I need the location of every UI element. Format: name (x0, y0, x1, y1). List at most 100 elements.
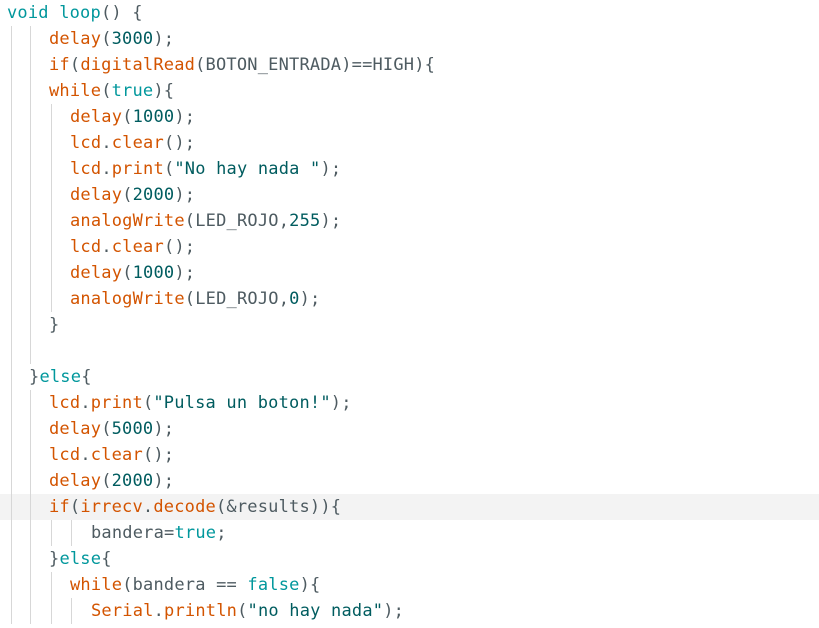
indent-guide (51, 520, 52, 546)
code-token: { (101, 549, 112, 569)
code-token: else (59, 549, 102, 569)
code-line[interactable]: delay(3000); (0, 26, 819, 52)
code-token: clear (90, 445, 143, 465)
indent-guide (30, 182, 31, 208)
indent-guide (30, 156, 31, 182)
code-line[interactable]: Serial.println("no hay nada"); (0, 598, 819, 624)
code-token: ); (174, 263, 196, 283)
code-token: lcd (49, 393, 81, 413)
code-token: ); (383, 601, 405, 621)
indent-guide (11, 546, 12, 572)
code-line[interactable]: delay(1000); (0, 104, 819, 130)
code-line-text: Serial.println("no hay nada"); (91, 598, 404, 624)
code-line[interactable]: analogWrite(LED_ROJO,0); (0, 286, 819, 312)
code-line-text: while(true){ (49, 78, 174, 104)
indent-guide (11, 468, 12, 494)
code-line[interactable]: if(irrecv.decode(&results)){ (0, 494, 819, 520)
indent-guide (30, 26, 31, 52)
code-token: delay (49, 471, 102, 491)
code-line[interactable]: if(digitalRead(BOTON_ENTRADA)==HIGH){ (0, 52, 819, 78)
code-token: 3000 (111, 29, 154, 49)
code-token: lcd (49, 445, 81, 465)
code-token: (); (142, 445, 175, 465)
code-line[interactable]: }else{ (0, 364, 819, 390)
indent-guide (30, 468, 31, 494)
code-line[interactable] (0, 338, 819, 364)
code-line[interactable]: lcd.clear(); (0, 442, 819, 468)
code-line-text: delay(5000); (49, 416, 174, 442)
indent-guide (11, 442, 12, 468)
code-token: else (39, 367, 82, 387)
code-token: println (164, 601, 238, 621)
indent-guide (30, 130, 31, 156)
code-token: ); (174, 185, 196, 205)
code-line[interactable]: lcd.print("No hay nada "); (0, 156, 819, 182)
code-line[interactable]: delay(5000); (0, 416, 819, 442)
indent-guide (51, 130, 52, 156)
code-line[interactable]: lcd.clear(); (0, 234, 819, 260)
indent-guide (30, 442, 31, 468)
code-token: 1000 (132, 107, 175, 127)
code-line[interactable]: while(true){ (0, 78, 819, 104)
code-token: } (29, 367, 40, 387)
code-token: } (49, 315, 60, 335)
code-line-text: if(digitalRead(BOTON_ENTRADA)==HIGH){ (49, 52, 435, 78)
code-token: { (81, 367, 92, 387)
code-token: ); (320, 159, 342, 179)
code-token: ); (153, 29, 175, 49)
indent-guide (30, 286, 31, 312)
indent-guide (51, 598, 52, 624)
code-line[interactable]: void loop() { (0, 0, 819, 26)
code-token: ( (101, 29, 112, 49)
indent-guide (30, 312, 31, 338)
code-token: ); (320, 211, 342, 231)
code-token: ( (101, 471, 112, 491)
code-line-text: delay(2000); (49, 468, 174, 494)
code-token: ){ (299, 575, 321, 595)
indent-guide (30, 546, 31, 572)
indent-guide (30, 338, 31, 364)
code-line[interactable]: bandera=true; (0, 520, 819, 546)
code-line[interactable]: while(bandera == false){ (0, 572, 819, 598)
indent-guide (30, 494, 31, 520)
code-token: Serial (91, 601, 154, 621)
code-line[interactable]: delay(2000); (0, 468, 819, 494)
code-line-text: analogWrite(LED_ROJO,255); (70, 208, 341, 234)
code-token: lcd (70, 237, 102, 257)
code-line-text: if(irrecv.decode(&results)){ (49, 494, 341, 520)
code-token: (BOTON_ENTRADA)==HIGH){ (195, 55, 436, 75)
code-line[interactable]: delay(1000); (0, 260, 819, 286)
code-line[interactable]: analogWrite(LED_ROJO,255); (0, 208, 819, 234)
code-editor[interactable]: void loop() {delay(3000); if(digitalRead(… (0, 0, 819, 628)
code-token: ); (153, 471, 175, 491)
indent-guide (11, 598, 12, 624)
code-line-text: void loop() { (7, 0, 143, 26)
code-token: delay (49, 29, 102, 49)
code-token: while (49, 81, 102, 101)
indent-guide (11, 390, 12, 416)
code-token: lcd (70, 159, 102, 179)
indent-guide (51, 572, 52, 598)
indent-guide (30, 598, 31, 624)
indent-guide (11, 494, 12, 520)
indent-guide (11, 26, 12, 52)
code-line[interactable]: } (0, 312, 819, 338)
code-token: irrecv (80, 497, 143, 517)
code-line-text: lcd.clear(); (70, 130, 195, 156)
code-line-text: delay(2000); (70, 182, 195, 208)
code-token: 255 (289, 211, 321, 231)
code-line[interactable]: }else{ (0, 546, 819, 572)
code-token: lcd (70, 133, 102, 153)
code-token: delay (70, 263, 123, 283)
code-token: ); (153, 419, 175, 439)
code-line[interactable]: lcd.print("Pulsa un boton!"); (0, 390, 819, 416)
code-token: analogWrite (70, 289, 185, 309)
indent-guide (11, 338, 12, 364)
code-token: (); (163, 237, 196, 257)
code-line[interactable]: delay(2000); (0, 182, 819, 208)
code-line-text: } (49, 312, 59, 338)
code-token: ( (122, 263, 133, 283)
indent-guide (30, 52, 31, 78)
code-line[interactable]: lcd.clear(); (0, 130, 819, 156)
